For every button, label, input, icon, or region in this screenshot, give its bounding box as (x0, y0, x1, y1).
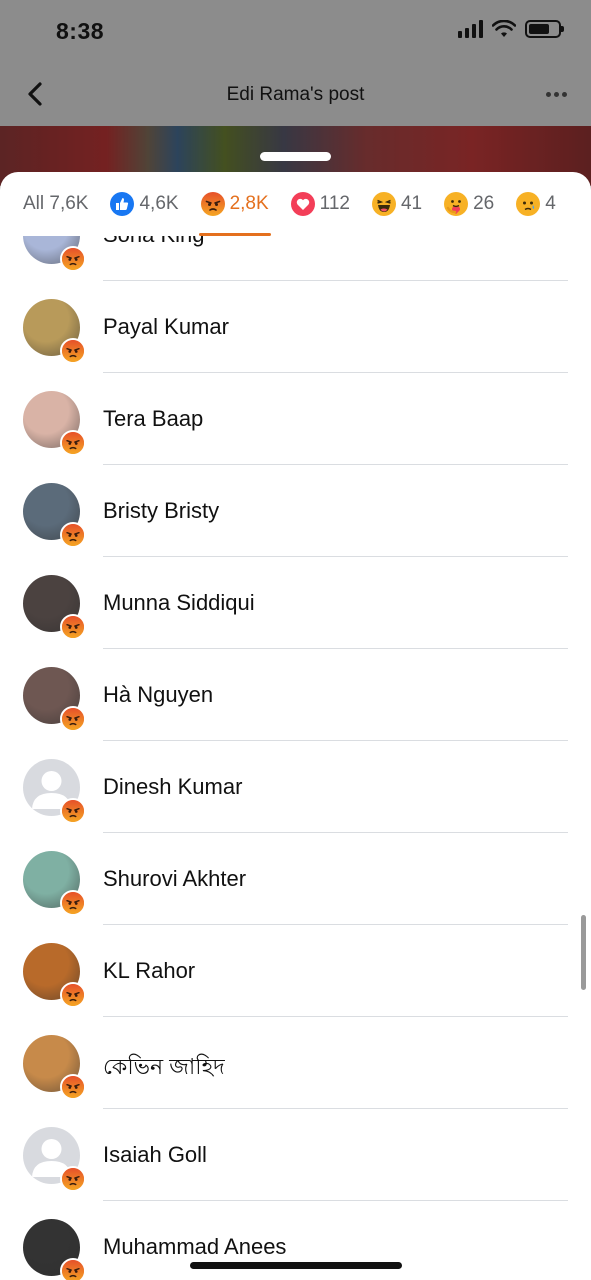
angry-icon (60, 614, 86, 640)
list-item[interactable]: Hà Nguyen (0, 649, 591, 741)
cellular-signal-icon (458, 20, 483, 38)
angry-icon (200, 192, 225, 216)
haha-icon (371, 192, 396, 216)
reactions-list[interactable]: Sona King Payal Kumar Tera Baap Bristy Bris… (0, 236, 591, 1280)
status-bar: 8:38 (0, 0, 591, 62)
reaction-tab-count: 112 (319, 193, 350, 214)
list-item[interactable]: Shurovi Akhter (0, 833, 591, 925)
list-item[interactable]: Sona King (0, 236, 591, 281)
list-item[interactable]: Tera Baap (0, 373, 591, 465)
love-icon (290, 192, 315, 216)
angry-icon (60, 522, 86, 548)
more-dot-icon (545, 91, 551, 97)
person-name[interactable]: Isaiah Goll (103, 1142, 207, 1168)
angry-icon (60, 706, 86, 732)
reactions-sheet: All 7,6K 4,6K 2,8K 112 41 26 4 Sona King Payal … (0, 172, 591, 1280)
list-item[interactable]: Payal Kumar (0, 281, 591, 373)
reaction-tab-count: 41 (400, 193, 423, 214)
list-item[interactable]: Isaiah Goll (0, 1109, 591, 1201)
person-name[interactable]: Hà Nguyen (103, 682, 213, 708)
care-icon (444, 192, 469, 216)
person-name[interactable]: কেভিন জাহিদ (103, 1050, 225, 1087)
battery-icon (525, 20, 564, 38)
like-icon (110, 192, 135, 216)
scrollbar[interactable] (581, 915, 586, 990)
more-dot-icon (561, 91, 567, 97)
list-item[interactable]: KL Rahor (0, 925, 591, 1017)
angry-icon (60, 1258, 86, 1280)
person-name[interactable]: Sona King (103, 236, 205, 248)
reaction-tab-count: 26 (473, 193, 495, 214)
list-item[interactable]: কেভিন জাহিদ (0, 1017, 591, 1109)
more-dot-icon (553, 91, 559, 97)
home-indicator[interactable] (190, 1262, 402, 1269)
person-name[interactable]: Payal Kumar (103, 314, 229, 340)
sad-icon (516, 192, 541, 216)
angry-icon (60, 982, 86, 1008)
status-icons (458, 20, 564, 38)
reaction-tab-all[interactable]: All 7,6K (23, 172, 88, 236)
reaction-tab-count: 2,8K (229, 193, 269, 214)
person-name[interactable]: Muhammad Anees (103, 1234, 286, 1260)
reaction-tabs: All 7,6K 4,6K 2,8K 112 41 26 4 (0, 172, 591, 236)
page-title: Edi Rama's post (226, 84, 365, 105)
reaction-tab-love[interactable]: 112 (290, 172, 350, 236)
list-item[interactable]: Dinesh Kumar (0, 741, 591, 833)
person-name[interactable]: Bristy Bristy (103, 498, 219, 524)
reaction-tab-sad[interactable]: 4 (516, 172, 556, 236)
angry-icon (60, 798, 86, 824)
angry-icon (60, 1074, 86, 1100)
navigation-bar: Edi Rama's post (0, 62, 591, 126)
angry-icon (60, 338, 86, 364)
person-name[interactable]: Dinesh Kumar (103, 774, 242, 800)
reaction-tab-like[interactable]: 4,6K (110, 172, 179, 236)
list-item[interactable]: Munna Siddiqui (0, 557, 591, 649)
person-name[interactable]: KL Rahor (103, 958, 195, 984)
more-options-button[interactable] (541, 80, 571, 108)
angry-icon (60, 1166, 86, 1192)
reaction-tab-angry[interactable]: 2,8K (198, 172, 271, 236)
reaction-tab-haha[interactable]: 41 (371, 172, 423, 236)
person-name[interactable]: Shurovi Akhter (103, 866, 246, 892)
reaction-tab-count: All 7,6K (23, 193, 89, 214)
angry-icon (60, 430, 86, 456)
angry-icon (60, 890, 86, 916)
status-time: 8:38 (56, 18, 105, 44)
list-item[interactable]: Bristy Bristy (0, 465, 591, 557)
reaction-tab-count: 4 (545, 193, 556, 214)
person-name[interactable]: Munna Siddiqui (103, 590, 255, 616)
angry-icon (60, 246, 86, 272)
reaction-tab-care[interactable]: 26 (444, 172, 494, 236)
person-name[interactable]: Tera Baap (103, 406, 203, 432)
reaction-tab-count: 4,6K (139, 193, 179, 214)
sheet-grabber-handle[interactable] (260, 152, 331, 161)
wifi-icon (492, 20, 516, 37)
